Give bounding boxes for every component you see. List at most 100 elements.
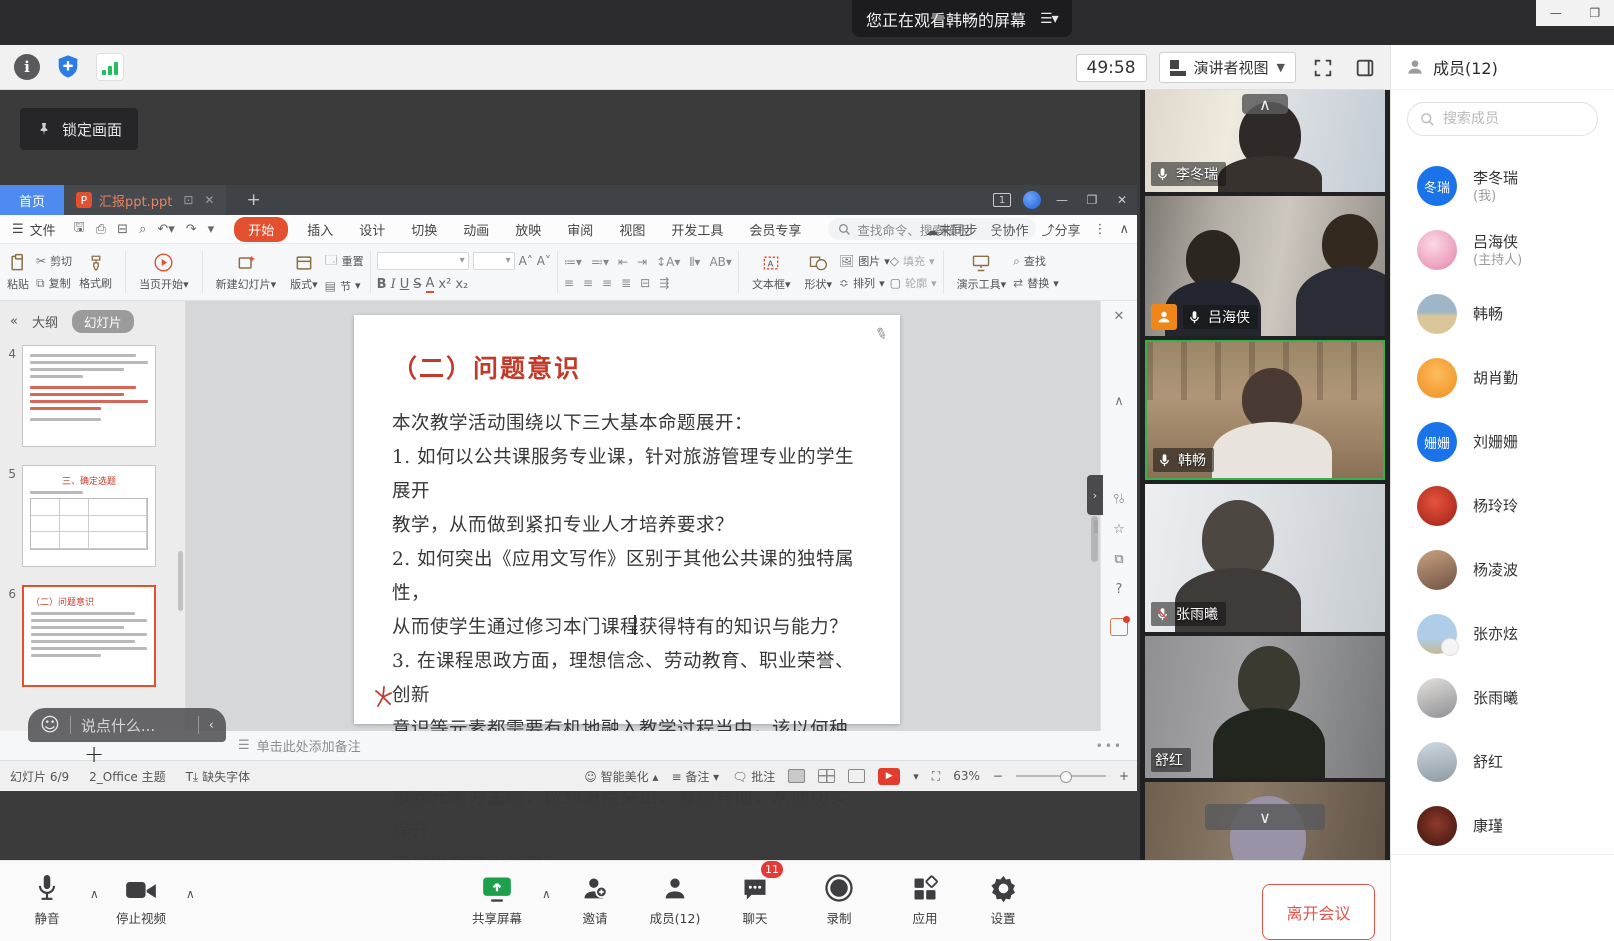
comments-button[interactable]: 🗨 批注 (732, 768, 775, 785)
collab-button[interactable]: 웃协作 (990, 220, 1028, 239)
theme-name[interactable]: 2_Office 主题 (89, 768, 165, 785)
member-row[interactable]: 韩畅 (1391, 282, 1614, 346)
distribute-icon[interactable]: ⊟ (640, 276, 650, 290)
stop-video-button[interactable]: 停止视频 (102, 869, 180, 927)
slide-thumbnail-6-selected[interactable]: （二）问题意识 (22, 585, 156, 687)
textbox-button[interactable]: A 文本框▾ (745, 253, 798, 292)
section-button[interactable]: ▤节▾ (325, 278, 364, 294)
qat-more-icon[interactable]: ▾ (208, 222, 215, 237)
panel-scrollbar[interactable] (178, 551, 183, 611)
tab-transition[interactable]: 切换 (398, 217, 450, 242)
video-tile-partial[interactable]: ∨ (1145, 782, 1385, 860)
banner-menu-icon[interactable]: ☰▾ (1040, 11, 1058, 27)
new-tab-button[interactable]: + (246, 190, 260, 210)
chat-input-placeholder[interactable]: 说点什么... (81, 715, 188, 736)
tab-member[interactable]: 会员专享 (736, 217, 814, 242)
tab-insert[interactable]: 插入 (294, 217, 346, 242)
more-menu-icon[interactable]: ⋮ (1093, 222, 1106, 237)
share-button[interactable]: ⤴分享 (1041, 220, 1080, 239)
member-row[interactable]: 胡肖勤 (1391, 346, 1614, 410)
zoom-slider[interactable] (1016, 775, 1106, 777)
duplicate-icon[interactable]: ⧉ (1101, 544, 1137, 574)
presentation-tools-button[interactable]: 演示工具▾ (950, 253, 1014, 292)
wps-minimize-icon[interactable]: — (1053, 193, 1071, 207)
member-row[interactable]: 舒红 (1391, 730, 1614, 794)
outline-tab[interactable]: 大纲 (32, 312, 58, 331)
wps-home-tab[interactable]: 首页 (0, 185, 64, 215)
slide-thumbnail-5[interactable]: 三、确定选题 (22, 465, 156, 567)
member-search-box[interactable] (1407, 102, 1598, 136)
play-options-caret[interactable]: ▾ (913, 770, 919, 783)
align-right-icon[interactable]: ≡ (602, 276, 612, 290)
member-row[interactable]: 冬瑞 李冬瑞 (我) (1391, 154, 1614, 218)
share-screen-button[interactable]: 共享屏幕 (458, 869, 536, 927)
align-left-icon[interactable]: ≡ (564, 276, 574, 290)
fit-icon[interactable]: ⛶ (932, 769, 940, 784)
bold-button[interactable]: B (377, 277, 387, 292)
indent-more-icon[interactable]: ⇶ (659, 276, 669, 290)
missing-font-warning[interactable]: T⤓ 缺失字体 (186, 768, 250, 785)
maximize-icon[interactable]: ❐ (1589, 6, 1600, 20)
star-icon[interactable]: ☆ (1101, 514, 1137, 544)
direction-button[interactable]: AB▾ (709, 255, 731, 270)
collapse-chat-icon[interactable]: ‹ (209, 718, 214, 733)
redo-icon[interactable]: ↷ (186, 222, 197, 237)
member-row[interactable]: 杨凌波 (1391, 538, 1614, 602)
wps-restore-icon[interactable]: ❐ (1083, 193, 1101, 207)
normal-view-icon[interactable] (788, 769, 805, 783)
superscript-button[interactable]: x² (438, 277, 451, 292)
member-row[interactable]: 张雨曦 (1391, 666, 1614, 730)
emoji-icon[interactable]: ☺ (40, 714, 60, 736)
scroll-up-videos-button[interactable]: ∧ (1242, 94, 1288, 114)
lock-view-button[interactable]: 锁定画面 (20, 108, 138, 150)
reset-button[interactable]: 🗔重置 (325, 251, 364, 272)
invite-button[interactable]: 邀请 (556, 869, 634, 927)
meeting-info-icon[interactable]: i (14, 54, 40, 80)
paste-button[interactable]: 粘贴 (0, 253, 36, 292)
read-view-icon[interactable] (848, 769, 865, 783)
preview-icon[interactable]: ⌕ (139, 222, 146, 237)
numbering-button[interactable]: ≕▾ (591, 255, 609, 270)
zoom-percent[interactable]: 63% (953, 769, 980, 783)
members-button[interactable]: 成员(12) (636, 869, 714, 927)
font-name-select[interactable]: ▾ (377, 252, 469, 270)
close-tab-icon[interactable]: ✕ (204, 193, 214, 207)
monitor-icon[interactable]: ⊡ (183, 193, 193, 207)
tab-design[interactable]: 设计 (346, 217, 398, 242)
wps-close-icon[interactable]: ✕ (1113, 193, 1131, 207)
format-painter-button[interactable]: 格式刷 (72, 254, 119, 291)
file-menu[interactable]: ☰ 文件 (0, 220, 68, 239)
tab-home-ribbon[interactable]: 开始 (234, 217, 288, 242)
video-tile[interactable]: 吕海侠 (1145, 196, 1385, 336)
subscript-button[interactable]: x₂ (455, 277, 468, 292)
new-slide-button[interactable]: 新建幻灯片▾ (209, 253, 284, 292)
mute-button[interactable]: 静音 (8, 869, 86, 927)
more-dots-icon[interactable]: ••• (1096, 739, 1123, 753)
save-icon[interactable]: 🖫 (74, 218, 85, 240)
bullets-button[interactable]: ≔▾ (564, 255, 582, 270)
collapse-ribbon-icon[interactable]: ∧ (1119, 222, 1129, 237)
underline-button[interactable]: U (400, 277, 410, 292)
close-pane-icon[interactable]: ✕ (1101, 301, 1137, 331)
layout-button[interactable]: 版式▾ (283, 253, 325, 292)
smart-beautify-button[interactable]: ☺ 智能美化 ▴ (584, 768, 658, 785)
current-slide[interactable]: ✎ （二）问题意识 本次教学活动围绕以下三大基本命题展开： 1. 如何以公共课服… (354, 315, 900, 724)
indent-right-icon[interactable]: ⇥ (637, 255, 647, 270)
window-controls-top-right[interactable]: — ❐ (1536, 0, 1614, 26)
outline-button[interactable]: ▢轮廓▾ (890, 275, 937, 291)
play-from-page-button[interactable]: 当页开始▾ (132, 252, 196, 292)
chat-plus-button[interactable]: + (84, 740, 104, 768)
chat-button[interactable]: 11 聊天 (716, 869, 794, 927)
zoom-out-button[interactable]: − (993, 769, 1003, 783)
sidebar-toggle-button[interactable] (1350, 53, 1380, 83)
tab-slideshow[interactable]: 放映 (502, 217, 554, 242)
undo-icon[interactable]: ↶▾ (157, 222, 174, 237)
tab-developer[interactable]: 开发工具 (658, 217, 736, 242)
minimize-icon[interactable]: — (1550, 6, 1562, 20)
cut-button[interactable]: ✂剪切 (36, 253, 72, 269)
video-tile-active-speaker[interactable]: 韩畅 (1145, 340, 1385, 480)
output-icon[interactable]: ⎙ (96, 222, 106, 237)
copy-button[interactable]: ⧉复制 (36, 275, 72, 291)
picture-button[interactable]: 🖼图片▾ (839, 253, 890, 269)
notification-badge-icon[interactable] (1101, 612, 1137, 642)
